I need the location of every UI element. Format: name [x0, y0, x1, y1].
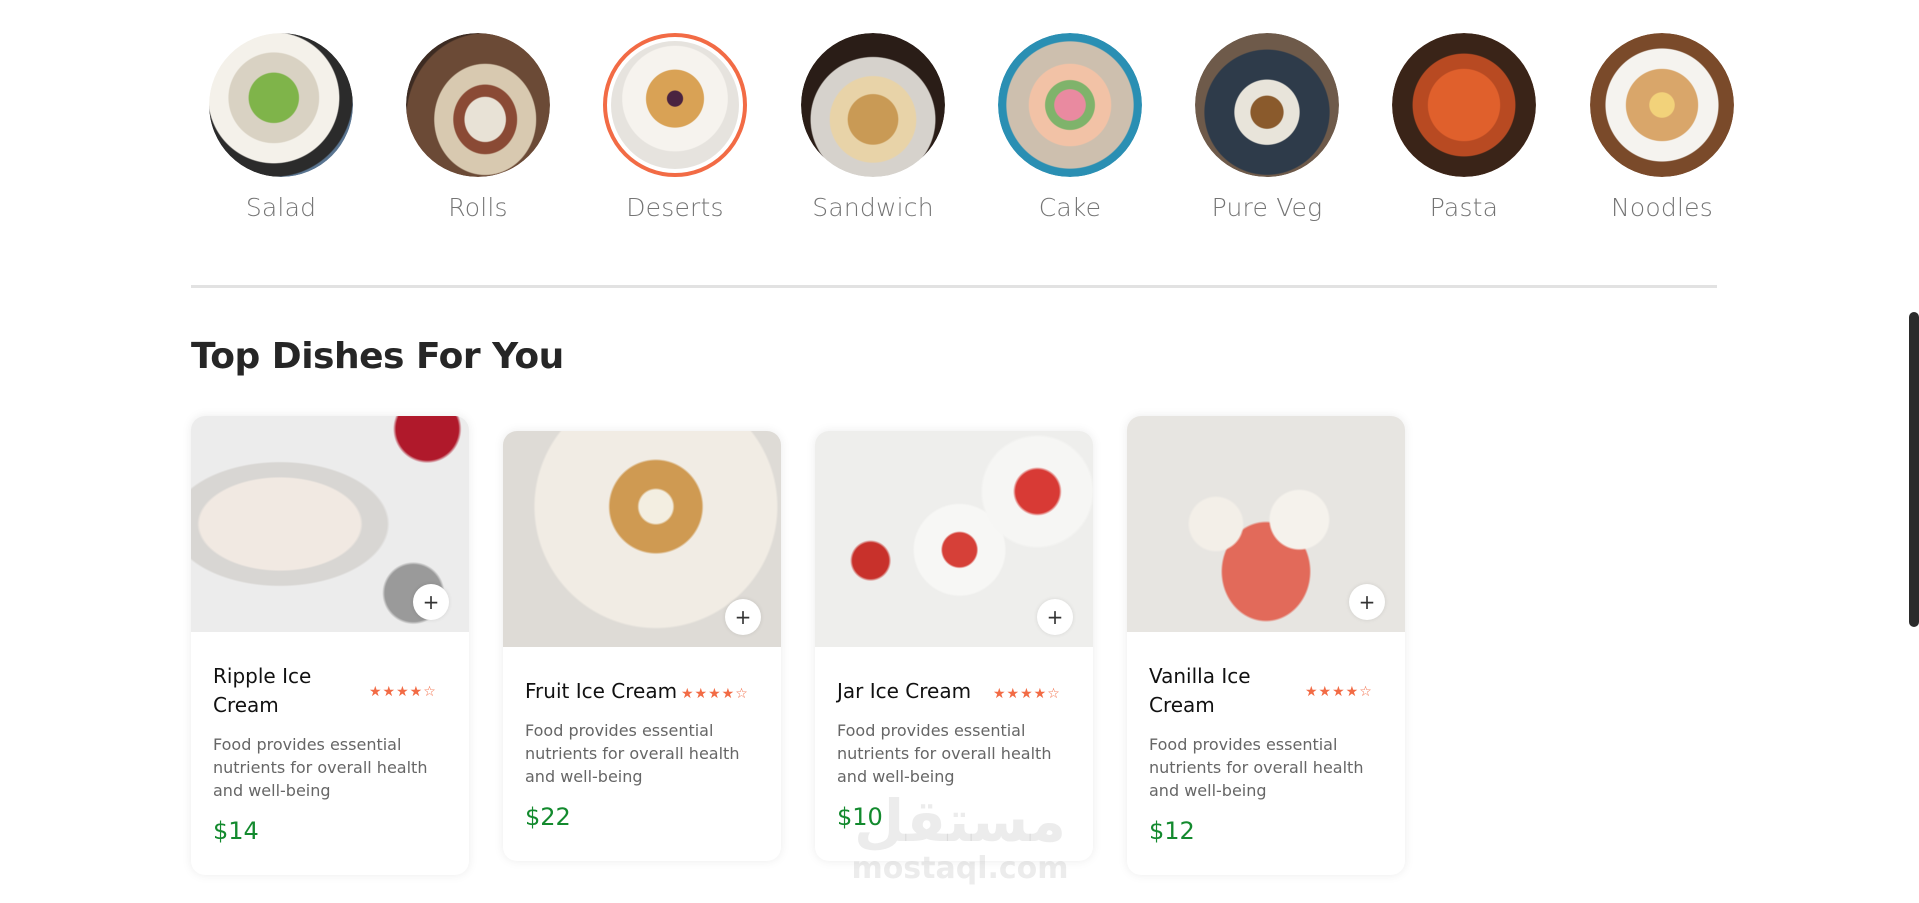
- dish-name: Vanilla Ice Cream: [1149, 664, 1251, 717]
- menu-label: Rolls: [448, 193, 508, 222]
- dish-price: $10: [837, 803, 883, 831]
- deserts-image: [603, 33, 747, 177]
- dish-price: $22: [525, 803, 571, 831]
- dish-description: Food provides essential nutrients for ov…: [525, 721, 740, 786]
- dish-image: +: [191, 416, 469, 632]
- scrollbar-thumb[interactable]: [1909, 312, 1919, 627]
- menu-label: Deserts: [626, 193, 724, 222]
- pure-veg-image: [1195, 33, 1339, 177]
- rating-stars-icon: ★★★★☆: [993, 686, 1061, 702]
- add-to-cart-button[interactable]: +: [413, 584, 449, 620]
- dish-card-vanilla-ice-cream[interactable]: + Vanilla Ice Cream ★★★★☆ Food provides …: [1127, 416, 1405, 875]
- menu-item-salad[interactable]: Salad: [191, 33, 371, 222]
- dish-image: +: [1127, 416, 1405, 632]
- salad-image: [209, 33, 353, 177]
- category-menu: Salad Rolls Deserts Sandwich Cake Pure V…: [191, 33, 1734, 233]
- menu-label: Noodles: [1611, 193, 1713, 222]
- rating-stars-icon: ★★★★☆: [1305, 684, 1373, 700]
- dish-description: Food provides essential nutrients for ov…: [837, 721, 1052, 786]
- section-divider: [191, 285, 1717, 288]
- dish-description: Food provides essential nutrients for ov…: [1149, 735, 1364, 800]
- dish-description: Food provides essential nutrients for ov…: [213, 735, 428, 800]
- cake-image: [998, 33, 1142, 177]
- dish-image: +: [503, 431, 781, 647]
- menu-label: Cake: [1038, 193, 1102, 222]
- dish-card-fruit-ice-cream[interactable]: + Fruit Ice Cream ★★★★☆ Food provides es…: [503, 431, 781, 861]
- menu-item-noodles[interactable]: Noodles: [1572, 33, 1752, 222]
- add-to-cart-button[interactable]: +: [1349, 584, 1385, 620]
- menu-label: Pasta: [1429, 193, 1499, 222]
- rating-stars-icon: ★★★★☆: [369, 684, 437, 700]
- menu-label: Pure Veg: [1211, 193, 1323, 222]
- dish-card-ripple-ice-cream[interactable]: + Ripple Ice Cream ★★★★☆ Food provides e…: [191, 416, 469, 875]
- dish-price: $12: [1149, 817, 1195, 845]
- menu-item-rolls[interactable]: Rolls: [388, 33, 568, 222]
- dish-card-jar-ice-cream[interactable]: + Jar Ice Cream ★★★★☆ Food provides esse…: [815, 431, 1093, 861]
- menu-item-cake[interactable]: Cake: [980, 33, 1160, 222]
- menu-item-deserts[interactable]: Deserts: [585, 33, 765, 222]
- dish-image: +: [815, 431, 1093, 647]
- menu-label: Salad: [245, 193, 317, 222]
- section-title: Top Dishes For You: [191, 336, 564, 377]
- menu-item-pure-veg[interactable]: Pure Veg: [1177, 33, 1357, 222]
- menu-item-pasta[interactable]: Pasta: [1374, 33, 1554, 222]
- pasta-image: [1392, 33, 1536, 177]
- sandwich-image: [801, 33, 945, 177]
- noodles-image: [1590, 33, 1734, 177]
- rolls-image: [406, 33, 550, 177]
- dish-price: $14: [213, 817, 259, 845]
- menu-label: Sandwich: [812, 193, 934, 222]
- add-to-cart-button[interactable]: +: [1037, 599, 1073, 635]
- menu-item-sandwich[interactable]: Sandwich: [783, 33, 963, 222]
- rating-stars-icon: ★★★★☆: [681, 686, 749, 702]
- add-to-cart-button[interactable]: +: [725, 599, 761, 635]
- dish-name: Ripple Ice Cream: [213, 664, 312, 717]
